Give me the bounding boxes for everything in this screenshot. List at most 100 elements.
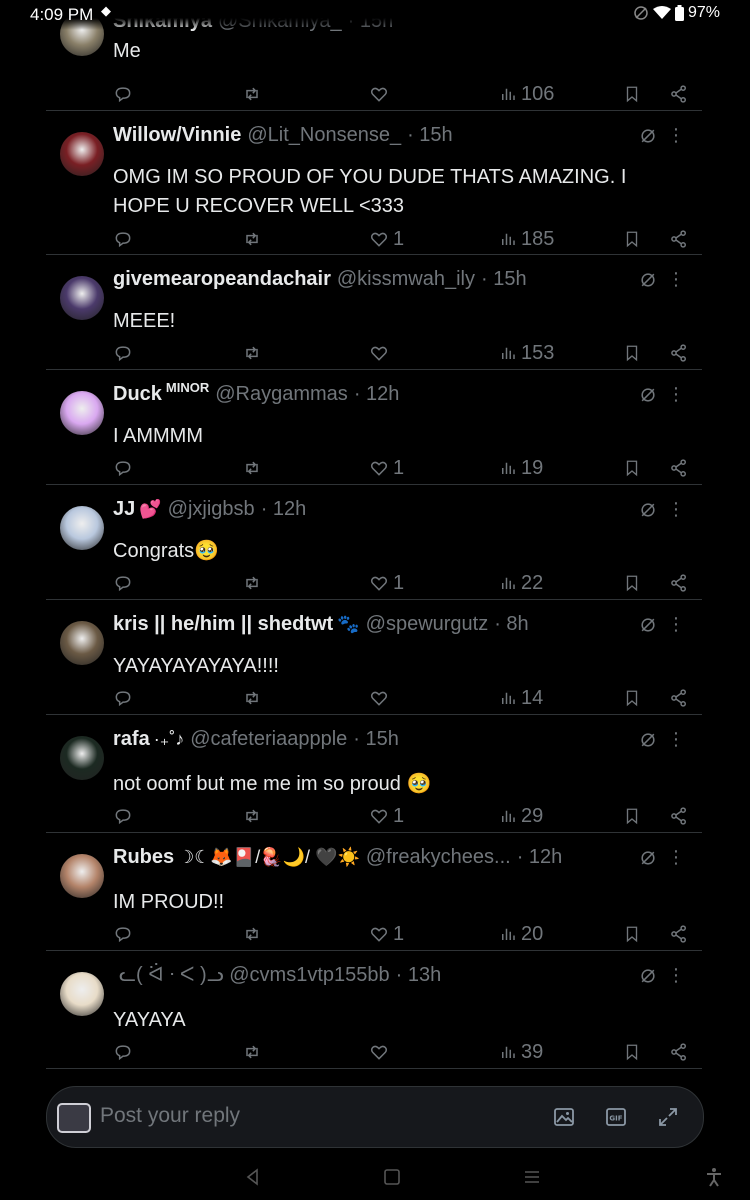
share-button[interactable] (669, 228, 689, 250)
reply-button[interactable] (113, 457, 137, 479)
views-button[interactable]: 153 (499, 342, 554, 364)
reply-button[interactable] (113, 228, 137, 250)
reply-button[interactable] (113, 83, 137, 105)
views-button[interactable]: 20 (499, 923, 543, 945)
more-options-icon[interactable]: ⋮ (666, 614, 686, 634)
share-button[interactable] (669, 342, 689, 364)
share-button[interactable] (669, 805, 689, 827)
image-icon[interactable] (552, 1105, 576, 1129)
reply-button[interactable] (113, 1041, 137, 1063)
grok-icon[interactable] (638, 848, 658, 868)
display-name[interactable]: givemearopeandachair (113, 266, 331, 292)
avatar[interactable] (60, 972, 104, 1016)
user-handle[interactable]: @jxjigbsb (168, 496, 255, 522)
repost-button[interactable] (241, 83, 267, 105)
more-options-icon[interactable]: ⋮ (666, 729, 686, 749)
share-button[interactable] (669, 572, 689, 594)
views-button[interactable]: 19 (499, 457, 543, 479)
reply-input[interactable]: Post your reply (100, 1104, 240, 1128)
avatar[interactable] (60, 132, 104, 176)
display-name[interactable]: kris || he/him || shedtwt (113, 611, 333, 637)
share-button[interactable] (669, 83, 689, 105)
user-handle[interactable]: @spewurgutz (366, 611, 489, 637)
repost-button[interactable] (241, 228, 267, 250)
grok-icon[interactable] (638, 730, 658, 750)
grok-icon[interactable] (638, 385, 658, 405)
like-button[interactable] (369, 342, 393, 364)
more-options-icon[interactable]: ⋮ (666, 847, 686, 867)
grok-icon[interactable] (638, 615, 658, 635)
reply-button[interactable] (113, 572, 137, 594)
bookmark-button[interactable] (623, 457, 641, 479)
reply-composer[interactable]: Post your reply GIF (46, 1086, 704, 1148)
back-icon[interactable] (242, 1166, 264, 1188)
bookmark-button[interactable] (623, 805, 641, 827)
share-button[interactable] (669, 1041, 689, 1063)
avatar[interactable] (60, 391, 104, 435)
reply-post[interactable]: Willow/Vinnie @Lit_Nonsense_ · 15h ⋮ OMG… (46, 110, 702, 255)
bookmark-button[interactable] (623, 228, 641, 250)
avatar[interactable] (60, 506, 104, 550)
bookmark-button[interactable] (623, 1041, 641, 1063)
user-handle[interactable]: @Raygammas (215, 381, 348, 407)
repost-button[interactable] (241, 457, 267, 479)
repost-button[interactable] (241, 923, 267, 945)
user-handle[interactable]: @Lit_Nonsense_ (247, 122, 401, 148)
reply-post[interactable]: givemearopeandachair @kissmwah_ily · 15h… (46, 254, 702, 370)
grok-icon[interactable] (638, 270, 658, 290)
repost-button[interactable] (241, 687, 267, 709)
repost-button[interactable] (241, 805, 267, 827)
reply-post[interactable]: ᓚ( ᐛ ᐧ ᐸ )ᓗ @cvms1vtp155bb · 13h ⋮ YAYAY… (46, 950, 702, 1069)
user-handle[interactable]: @freakychees... (366, 844, 511, 870)
accessibility-icon[interactable] (703, 1166, 725, 1188)
user-handle[interactable]: @cafeteriaappple (190, 726, 347, 752)
reply-post[interactable]: kris || he/him || shedtwt 🐾 @spewurgutz … (46, 599, 702, 715)
bookmark-button[interactable] (623, 342, 641, 364)
share-button[interactable] (669, 923, 689, 945)
repost-button[interactable] (241, 572, 267, 594)
repost-button[interactable] (241, 342, 267, 364)
views-button[interactable]: 22 (499, 572, 543, 594)
bookmark-button[interactable] (623, 572, 641, 594)
share-button[interactable] (669, 457, 689, 479)
display-name[interactable]: Willow/Vinnie (113, 122, 241, 148)
avatar[interactable] (60, 736, 104, 780)
bookmark-button[interactable] (623, 83, 641, 105)
like-button[interactable]: 1 (369, 228, 404, 250)
bookmark-button[interactable] (623, 923, 641, 945)
gif-icon[interactable]: GIF (604, 1105, 628, 1129)
like-button[interactable]: 1 (369, 923, 404, 945)
more-options-icon[interactable]: ⋮ (666, 965, 686, 985)
reply-button[interactable] (113, 687, 137, 709)
share-button[interactable] (669, 687, 689, 709)
like-button[interactable]: 1 (369, 805, 404, 827)
display-name[interactable]: JJ (113, 496, 135, 522)
like-button[interactable]: 1 (369, 572, 404, 594)
like-button[interactable] (369, 1041, 393, 1063)
user-handle[interactable]: ᓚ( ᐛ ᐧ ᐸ )ᓗ @cvms1vtp155bb (119, 962, 390, 988)
grok-icon[interactable] (638, 126, 658, 146)
more-options-icon[interactable]: ⋮ (666, 269, 686, 289)
views-button[interactable]: 106 (499, 83, 554, 105)
display-name[interactable]: Rubes (113, 844, 174, 870)
reply-post[interactable]: Rubes ☽☾🦊🎴/🪼🌙/ 🖤☀️ @freakychees... · 12h… (46, 832, 702, 951)
grok-icon[interactable] (638, 966, 658, 986)
reply-button[interactable] (113, 342, 137, 364)
home-icon[interactable] (381, 1166, 403, 1188)
display-name[interactable]: rafa (113, 726, 150, 752)
reply-post[interactable]: rafa ·₊˚♪ @cafeteriaappple · 15h ⋮ not o… (46, 714, 702, 833)
avatar[interactable] (60, 854, 104, 898)
repost-button[interactable] (241, 1041, 267, 1063)
views-button[interactable]: 39 (499, 1041, 543, 1063)
more-options-icon[interactable]: ⋮ (666, 384, 686, 404)
reply-post[interactable]: Duck MINOR @Raygammas · 12h ⋮ I AMMMM 1 … (46, 369, 702, 485)
display-name[interactable]: Duck (113, 381, 162, 407)
grok-icon[interactable] (638, 500, 658, 520)
reply-button[interactable] (113, 923, 137, 945)
views-button[interactable]: 29 (499, 805, 543, 827)
like-button[interactable]: 1 (369, 457, 404, 479)
views-button[interactable]: 185 (499, 228, 554, 250)
reply-button[interactable] (113, 805, 137, 827)
views-button[interactable]: 14 (499, 687, 543, 709)
recents-icon[interactable] (521, 1166, 543, 1188)
